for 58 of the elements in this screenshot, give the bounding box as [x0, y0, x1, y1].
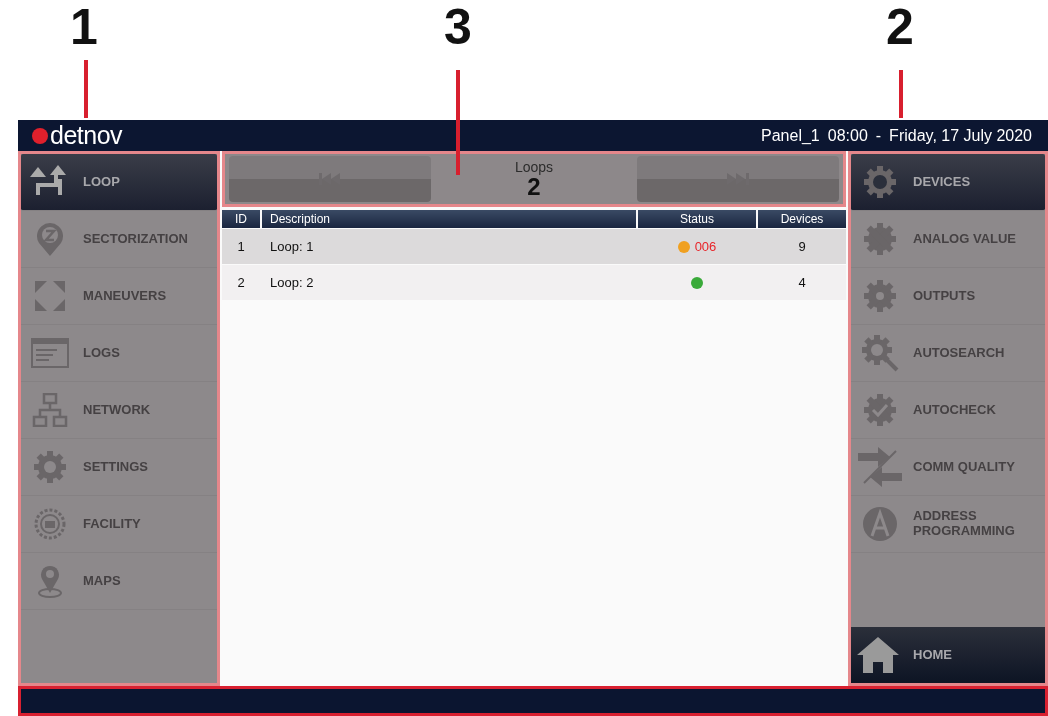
menu-item[interactable]: AUTOSEARCH — [851, 325, 1045, 382]
column-header: Description — [262, 210, 636, 228]
gear-icon — [862, 392, 898, 428]
table-cell-text: Loop: 1 — [269, 238, 315, 256]
menu-item[interactable]: COMM QUALITY — [851, 439, 1045, 496]
table-row[interactable]: 2 Loop: 2 4 — [222, 265, 846, 300]
date-text: Friday, 17 July 2020 — [889, 126, 1032, 145]
map-pin-icon — [35, 221, 65, 257]
menu-item[interactable]: LOOP — [21, 154, 217, 211]
clock-time: 08:00 — [827, 126, 868, 145]
gear-icon — [862, 164, 898, 200]
menu-item[interactable]: MAPS — [21, 553, 217, 610]
logo-dot-icon — [32, 127, 48, 144]
previous-button[interactable] — [229, 156, 431, 202]
building-badge-icon — [34, 508, 66, 540]
callout-number: 3 — [444, 2, 472, 52]
letter-circle-icon — [862, 506, 898, 542]
menu-item[interactable]: FACILITY — [21, 496, 217, 553]
table-cell-text: 9 — [797, 238, 807, 256]
window-list-icon — [31, 338, 69, 368]
menu-item[interactable]: MANEUVERS — [21, 268, 217, 325]
network-icon — [32, 393, 68, 427]
gear-icon — [862, 221, 898, 257]
status-code: 006 — [694, 239, 717, 254]
menu-item[interactable]: OUTPUTS — [851, 268, 1045, 325]
column-header: Status — [638, 210, 756, 228]
gear-icon — [862, 278, 898, 314]
callout-number: 1 — [70, 2, 98, 52]
navigator-title: Loops — [514, 159, 554, 175]
menu-item[interactable]: ANALOG VALUE — [851, 211, 1045, 268]
gear-icon — [32, 449, 68, 485]
table-cell-text: 2 — [236, 274, 246, 292]
warning-icon — [677, 240, 690, 253]
table-cell-text: 1 — [236, 238, 246, 256]
logo-text: detnov — [50, 123, 123, 148]
next-button[interactable] — [637, 156, 839, 202]
home-button[interactable]: HOME — [851, 627, 1045, 683]
menu-item[interactable]: AUTOCHECK — [851, 382, 1045, 439]
table-cell-text: Loop: 2 — [269, 274, 315, 292]
house-icon — [855, 635, 901, 675]
menu-item[interactable]: SECTORIZATION — [21, 211, 217, 268]
menu-item[interactable]: NETWORK — [21, 382, 217, 439]
ok-status-icon — [691, 276, 703, 289]
column-header: ID — [222, 210, 260, 228]
menu-item[interactable]: DEVICES — [851, 154, 1045, 211]
swap-arrows-icon — [858, 447, 902, 487]
menu-item[interactable]: LOGS — [21, 325, 217, 382]
callout-number: 2 — [886, 2, 914, 52]
panel-name: Panel_1 — [761, 126, 820, 145]
column-header: Devices — [758, 210, 846, 228]
table-row[interactable]: 1 Loop: 1 006 9 — [222, 229, 846, 264]
menu-item[interactable]: ADDRESS PROGRAMMING — [851, 496, 1045, 553]
menu-item[interactable]: SETTINGS — [21, 439, 217, 496]
table-cell-text: 4 — [797, 274, 807, 292]
expand-arrows-icon — [33, 279, 67, 313]
magnifier-gear-icon — [861, 334, 899, 372]
separator-text: - — [875, 126, 882, 145]
loop-count: 2 — [527, 175, 541, 199]
